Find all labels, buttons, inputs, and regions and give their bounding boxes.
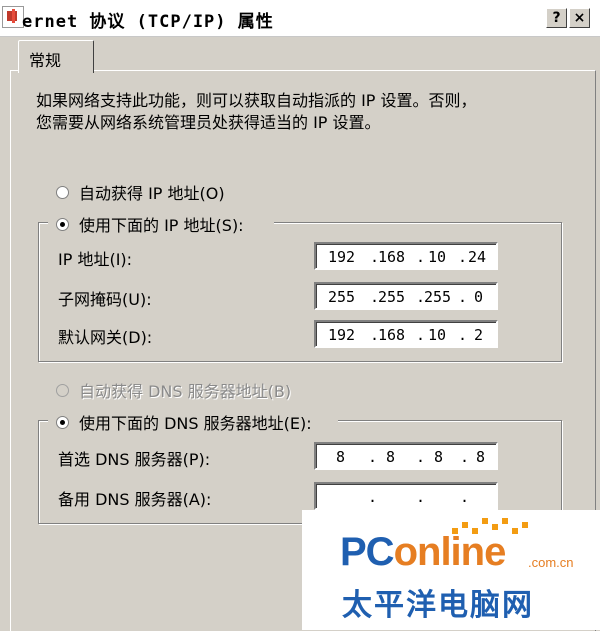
auto-ip-option[interactable]: 自动获得 IP 地址(O) (56, 180, 225, 204)
description-line-2: 您需要从网络系统管理员处获得适当的 IP 设置。 (36, 113, 381, 132)
manual-ip-radio[interactable] (56, 217, 69, 231)
gw-octet-4: 2 (474, 326, 484, 344)
watermark-logo: PConline (340, 530, 507, 575)
watermark-domain: .com.cn (528, 555, 574, 570)
alternate-dns-label: 备用 DNS 服务器(A): (58, 490, 212, 509)
auto-dns-label: 自动获得 DNS 服务器地址(B) (79, 382, 292, 401)
mask-octet-2: 255 (378, 288, 406, 306)
ip-address-label: IP 地址(I): (58, 250, 133, 269)
ip-octet-3: 10 (428, 248, 447, 266)
ip-octet-2: 168 (378, 248, 406, 266)
auto-dns-radio[interactable] (56, 383, 69, 397)
description: 如果网络支持此功能，则可以获取自动指派的 IP 设置。否则， 您需要从网络系统管… (36, 90, 556, 134)
tab-general-label: 常规 (29, 51, 62, 70)
help-button[interactable]: ? (546, 8, 567, 28)
title-bar: ernet 协议 (TCP/IP) 属性 ? × (0, 0, 600, 37)
watermark-chinese: 太平洋电脑网 (342, 588, 534, 623)
description-line-1: 如果网络支持此功能，则可以获取自动指派的 IP 设置。否则， (36, 91, 477, 110)
dns1-octet-2: 8 (386, 448, 396, 466)
gw-octet-3: 10 (428, 326, 447, 344)
gw-octet-2: 168 (378, 326, 406, 344)
subnet-mask-label: 子网掩码(U): (58, 290, 152, 309)
ip-octet-1: 192 (328, 248, 356, 266)
watermark-logo-online: online (393, 530, 507, 574)
mask-octet-3: 255 (424, 288, 452, 306)
network-app-icon (2, 6, 24, 28)
mask-octet-1: 255 (328, 288, 356, 306)
ip-address-input[interactable]: 192 . 168 . 10 . 24 (314, 242, 498, 270)
ip-octet-4: 24 (468, 248, 487, 266)
watermark-logo-pc: PC (340, 530, 395, 574)
manual-dns-option[interactable]: 使用下面的 DNS 服务器地址(E): (56, 410, 312, 434)
dns1-octet-3: 8 (434, 448, 444, 466)
dns1-octet-1: 8 (336, 448, 346, 466)
close-button[interactable]: × (569, 8, 590, 28)
preferred-dns-input[interactable]: 8 . 8 . 8 . 8 (314, 442, 498, 470)
manual-dns-radio[interactable] (56, 415, 69, 429)
auto-dns-option[interactable]: 自动获得 DNS 服务器地址(B) (56, 378, 291, 402)
manual-dns-label: 使用下面的 DNS 服务器地址(E): (79, 414, 312, 433)
pconline-watermark: PConline .com.cn 太平洋电脑网 (302, 510, 600, 630)
alternate-dns-input[interactable]: . . . (314, 482, 498, 510)
dns1-octet-4: 8 (476, 448, 486, 466)
manual-ip-label: 使用下面的 IP 地址(S): (79, 216, 244, 235)
gateway-label: 默认网关(D): (58, 328, 153, 347)
subnet-mask-input[interactable]: 255 . 255 . 255 . 0 (314, 282, 498, 310)
window-title: ernet 协议 (TCP/IP) 属性 (22, 12, 274, 32)
auto-ip-label: 自动获得 IP 地址(O) (79, 184, 225, 203)
gw-octet-1: 192 (328, 326, 356, 344)
preferred-dns-label: 首选 DNS 服务器(P): (58, 450, 211, 469)
manual-ip-option[interactable]: 使用下面的 IP 地址(S): (56, 212, 244, 236)
mask-octet-4: 0 (474, 288, 484, 306)
tab-general[interactable]: 常规 (18, 40, 94, 73)
auto-ip-radio[interactable] (56, 185, 69, 199)
gateway-input[interactable]: 192 . 168 . 10 . 2 (314, 320, 498, 348)
